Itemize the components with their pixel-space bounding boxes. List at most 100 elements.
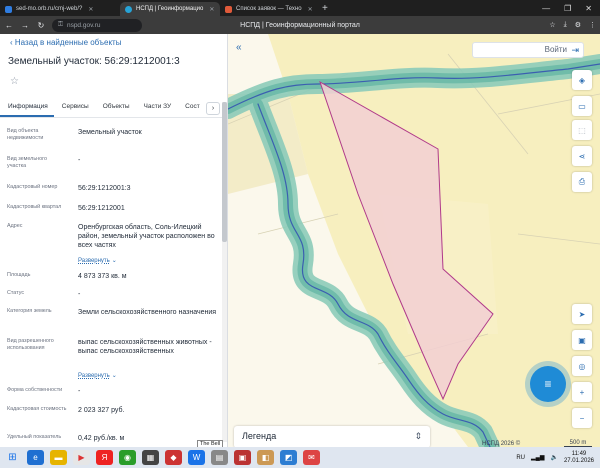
download-icon[interactable]: ⤓ [564, 21, 567, 29]
bookmark-icon[interactable]: ☆ [549, 21, 555, 29]
word-icon[interactable]: W [188, 450, 205, 465]
close-window-icon[interactable]: ✕ [585, 4, 592, 13]
chrome-icon[interactable]: ◉ [119, 450, 136, 465]
layers-icon[interactable]: ◈ [572, 70, 592, 90]
field-key: Кадастровый номер [7, 184, 58, 190]
legend-label: Легенда [242, 431, 277, 441]
app-icon[interactable]: ✉ [303, 450, 320, 465]
map-view-icon[interactable]: ▣ [572, 330, 592, 350]
expand-link-label: Развернуть [78, 373, 110, 379]
tabs-scroll-right-icon[interactable]: › [206, 102, 220, 115]
media-icon[interactable]: ▶ [73, 450, 90, 465]
back-to-results-link[interactable]: ‹ Назад в найденные объекты [10, 38, 121, 47]
field-key: Форма собственности [7, 387, 63, 393]
url-field[interactable]: ⚿ nspd.gov.ru [52, 18, 142, 32]
volume-icon[interactable]: 🔈 [550, 454, 557, 461]
field-key: Кадастровый квартал [7, 204, 62, 210]
system-tray: RU ▂▄▆ 🔈 11:49 27.01.2026 [516, 451, 600, 465]
app-icon[interactable]: ◩ [280, 450, 297, 465]
field-value: 2 023 327 руб. [78, 407, 125, 414]
field-value: 4 873 373 кв. м [78, 273, 127, 280]
nspd-favicon-icon [125, 5, 132, 13]
map-canvas[interactable]: « Войти ⇥ ◈ ▭ ⬚ ⋖ ⎙ ➤ ▣ ◎ + − ≡ Легенда … [228, 34, 600, 447]
app-icon[interactable]: ◧ [257, 450, 274, 465]
language-indicator[interactable]: RU [516, 455, 525, 461]
app-icon[interactable]: ▦ [142, 450, 159, 465]
browser-tab[interactable]: sed-mo.orb.ru/cmj-web/? ✕ [0, 2, 120, 16]
back-link-label: Назад в найденные объекты [14, 38, 122, 47]
field-key: Адрес [7, 223, 23, 229]
print-icon[interactable]: ⎙ [572, 172, 592, 192]
minimize-icon[interactable]: — [542, 4, 550, 13]
clock-date: 27.01.2026 [563, 457, 594, 464]
geolocation-icon[interactable]: ◎ [572, 356, 592, 376]
locate-icon[interactable]: ➤ [572, 304, 592, 324]
clock-time: 11:49 [571, 450, 587, 457]
panel-scrollbar[interactable] [222, 102, 227, 442]
expand-usage-link[interactable]: Развернуть ⌄ [78, 371, 218, 381]
lock-icon: ⚿ [58, 21, 63, 28]
basemap-icon[interactable]: ▭ [572, 96, 592, 116]
field-value: Земельный участок [78, 129, 142, 136]
close-tab-icon[interactable]: ✕ [209, 6, 214, 13]
yandex-icon[interactable]: Я [96, 450, 113, 465]
extensions-icon[interactable]: ⚙ [575, 21, 581, 29]
scrollbar-thumb[interactable] [222, 102, 227, 242]
browser-tab-active[interactable]: НСПД | Геоинформацио ✕ [120, 2, 220, 16]
tab-objects[interactable]: Объекты [95, 100, 136, 117]
browser-tab[interactable]: Список заявок — Техно ✕ [220, 2, 316, 16]
share-icon[interactable]: ⋖ [572, 146, 592, 166]
chevron-down-icon: ⌄ [111, 258, 117, 264]
login-button[interactable]: Войти ⇥ [472, 42, 584, 58]
tab-composition[interactable]: Сост [177, 100, 206, 117]
tab-services[interactable]: Сервисы [54, 100, 95, 117]
object-title: Земельный участок: 56:29:1212001:3 [8, 56, 180, 67]
select-area-icon[interactable]: ⬚ [572, 120, 592, 140]
back-arrow-icon[interactable]: ← [4, 21, 14, 30]
taskbar: ⊞ e ▬ ▶ Я ◉ ▦ ◆ W ▤ ▣ ◧ ◩ ✉ RU ▂▄▆ 🔈 11:… [0, 447, 600, 468]
app-icon[interactable]: ▤ [211, 450, 228, 465]
folder-icon[interactable]: ▬ [50, 450, 67, 465]
app-icon[interactable]: ▣ [234, 450, 251, 465]
field-key: Площадь [7, 272, 31, 278]
browser-tab-label: Список заявок — Техно [236, 6, 302, 12]
field-value: - [78, 388, 81, 395]
field-value: выпас сельскохозяйственных животных - вы… [78, 339, 212, 355]
collapse-panel-icon[interactable]: « [236, 42, 242, 53]
menu-icon[interactable]: ⋮ [589, 21, 596, 29]
object-info-panel: ‹ Назад в найденные объекты Земельный уч… [0, 34, 228, 447]
field-value: Земли сельскохозяйственного назначения [78, 309, 217, 316]
chevron-left-icon: ‹ [10, 38, 13, 47]
zoom-out-button[interactable]: − [572, 408, 592, 428]
app-icon[interactable]: ◆ [165, 450, 182, 465]
field-value: - [78, 291, 81, 298]
close-tab-icon[interactable]: ✕ [88, 6, 93, 13]
zoom-in-button[interactable]: + [572, 382, 592, 402]
clock[interactable]: 11:49 27.01.2026 [564, 451, 594, 465]
reload-icon[interactable]: ↻ [36, 21, 46, 30]
field-value: Оренбургская область, Соль-Илецкий район… [78, 224, 215, 249]
network-icon[interactable]: ▂▄▆ [531, 454, 544, 461]
expand-link-label: Развернуть [78, 258, 110, 264]
browser-toolbar-icons: ☆ ⤓ ⚙ ⋮ [549, 21, 596, 29]
maximize-icon[interactable]: ❐ [564, 4, 571, 13]
field-value[interactable]: 56:29:1212001 [78, 204, 218, 213]
expand-address-link[interactable]: Развернуть ⌄ [78, 256, 218, 266]
close-tab-icon[interactable]: ✕ [308, 6, 313, 13]
url-text: nspd.gov.ru [66, 21, 101, 29]
field-key: Статус [7, 290, 25, 296]
chat-assistant-button[interactable]: ≡ [530, 366, 566, 402]
tab-information[interactable]: Информация [0, 100, 54, 117]
legend-panel[interactable]: Легенда ⇕ [234, 426, 430, 447]
field-value[interactable]: 56:29:1212001:3 [78, 184, 218, 193]
field-key: Вид разрешенного использования [7, 338, 54, 351]
ie-icon[interactable]: e [27, 450, 44, 465]
favorite-star-icon[interactable]: ☆ [10, 76, 19, 87]
forward-arrow-icon[interactable]: → [20, 21, 30, 30]
field-key: Кадастровая стоимость [7, 406, 67, 412]
start-button-icon[interactable]: ⊞ [4, 450, 21, 465]
field-key: Удельный показатель [7, 434, 62, 440]
tab-parts[interactable]: Части ЗУ [136, 100, 178, 117]
new-tab-button[interactable]: + [322, 3, 328, 14]
browser-tab-label: НСПД | Геоинформацио [136, 6, 204, 12]
